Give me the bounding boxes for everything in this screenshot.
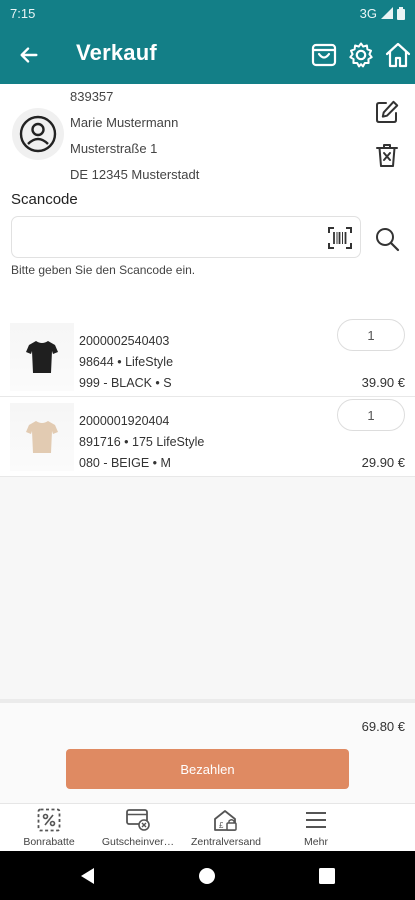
item-variant: 999 - BLACK • S [79,376,172,390]
user-icon [19,115,57,153]
total-amount: 69.80 € [361,719,405,734]
tshirt-icon [26,421,58,453]
customer-street: Musterstraße 1 [70,141,158,156]
delete-customer-button[interactable] [372,140,402,170]
nav-item-bonrabatte[interactable]: Bonrabatte [3,804,95,852]
search-button[interactable] [372,224,402,254]
nav-label: Bonrabatte [23,836,75,848]
menu-icon [302,807,330,833]
shopping-bag-icon [311,43,337,67]
home-button[interactable] [383,40,413,70]
scancode-field [11,216,361,258]
system-home-button[interactable] [194,863,220,889]
status-indicators: 3G [360,6,405,21]
nav-item-mehr[interactable]: Mehr [270,804,362,852]
scancode-input[interactable] [22,225,322,249]
customer-card: 839357 Marie Mustermann Musterstraße 1 D… [0,84,415,188]
nav-label: Gutscheinver… [101,836,175,848]
item-ean: 2000002540403 [79,334,170,348]
back-button[interactable] [14,40,44,70]
nav-item-zentralversand[interactable]: £ Zentralversand [180,804,272,852]
scancode-hint: Bitte geben Sie den Scancode ein. [11,263,196,277]
empty-list-area [0,477,415,699]
bottom-nav: Bonrabatte Gutscheinver… £ Zentralversan… [0,803,415,851]
system-nav-bar [0,851,415,900]
shopping-bag-button[interactable] [309,40,339,70]
trash-icon [376,144,398,167]
edit-icon [376,100,399,123]
home-icon [385,42,411,68]
item-price: 39.90 € [361,375,405,390]
customer-number: 839357 [70,89,114,104]
page-title: Verkauf [76,40,157,65]
pay-button[interactable]: Bezahlen [66,749,349,789]
item-article: 98644 • LifeStyle [79,355,174,369]
quantity-stepper[interactable]: 1 [337,319,405,351]
settings-button[interactable] [346,40,376,70]
network-label: 3G [359,5,377,21]
search-icon [376,228,400,252]
product-image [10,323,74,391]
item-ean: 2000001920404 [79,414,170,428]
customer-city: DE 12345 Musterstadt [70,167,200,182]
tshirt-icon [26,341,58,373]
barcode-scan-button[interactable] [326,224,354,252]
percent-discount-icon [35,807,63,833]
item-price: 29.90 € [361,455,405,470]
edit-customer-button[interactable] [372,97,402,127]
signal-icon [381,7,393,19]
system-back-button[interactable] [74,863,100,889]
avatar [12,108,64,160]
quantity-stepper[interactable]: 1 [337,399,405,431]
status-bar: 7:15 3G [0,0,415,26]
total-bar: 69.80 € Bezahlen [0,699,415,803]
product-image [10,403,74,471]
nav-label: Mehr [304,836,328,848]
arrow-left-icon [20,47,38,63]
voucher-icon [124,807,152,833]
system-recents-button[interactable] [314,863,340,889]
scancode-label: Scancode [11,191,78,208]
cart-item[interactable]: 2000001920404 891716 • 175 LifeStyle 080… [0,397,415,477]
gear-icon [349,42,373,68]
app-bar: Verkauf [0,26,415,84]
status-time: 7:15 [10,5,36,21]
circle-home-icon [199,868,215,884]
svg-text:£: £ [219,821,224,830]
app-root: 7:15 3G Verkauf 839357 Marie Mustermann … [0,0,415,900]
cart-item[interactable]: 2000002540403 98644 • LifeStyle 999 - BL… [0,317,415,397]
item-variant: 080 - BEIGE • M [79,456,171,470]
battery-icon [397,6,405,20]
square-recents-icon [319,868,335,884]
warehouse-icon: £ [212,807,240,833]
nav-item-gutschein[interactable]: Gutscheinver… [92,804,184,852]
barcode-scan-icon [328,227,352,249]
customer-name: Marie Mustermann [70,115,179,130]
triangle-back-icon [81,868,94,884]
cart-list: 2000002540403 98644 • LifeStyle 999 - BL… [0,317,415,477]
nav-label: Zentralversand [190,836,262,848]
item-article: 891716 • 175 LifeStyle [79,435,205,449]
